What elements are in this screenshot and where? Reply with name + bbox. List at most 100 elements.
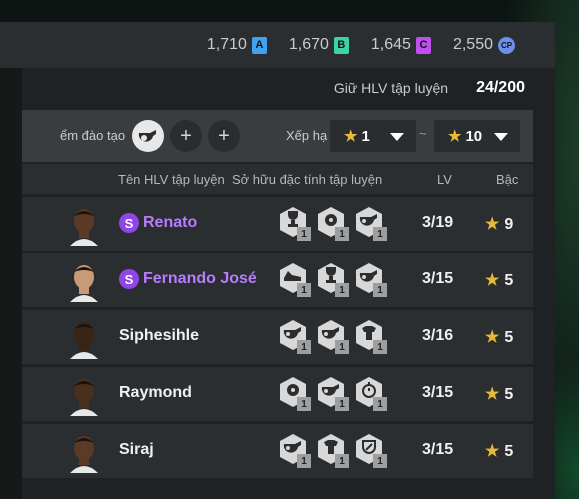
shoe-icon[interactable]: 1 [278, 262, 311, 297]
coach-name: Fernando José [143, 270, 257, 287]
star-icon: ★ [448, 128, 462, 145]
table-header: Tên HLV tập luyện Sở hữu đặc tính tập lu… [22, 164, 533, 194]
coach-grade: ★ 9 [485, 214, 513, 234]
trophy-icon[interactable]: 1 [278, 206, 311, 241]
filter-bar: ểm đào tạo + + Xếp hạ ★ 1 ~ ★ 10 [22, 110, 533, 162]
column-header-grade[interactable]: Bậc [496, 172, 518, 187]
trait-level: 1 [335, 454, 349, 468]
coach-limit-count: 24/200 [476, 79, 525, 96]
currency-c-value: 1,645 [370, 36, 411, 53]
rank-from-value: 1 [361, 127, 370, 145]
currency-b: 1,670 B [289, 36, 349, 54]
trait-level: 1 [297, 227, 311, 241]
currency-b-value: 1,670 [288, 36, 329, 53]
column-header-lv[interactable]: LV [437, 172, 452, 187]
chevron-down-icon [494, 133, 508, 141]
coach-limit-row: Giữ HLV tập luyện 24/200 [22, 68, 555, 108]
coach-level: 3/15 [422, 270, 454, 287]
star-icon: ★ [485, 329, 500, 346]
trait-level: 1 [373, 340, 387, 354]
currency-cp: 2,550 CP [453, 36, 515, 54]
currency-a-icon: A [251, 36, 267, 54]
column-header-traits[interactable]: Sở hữu đặc tính tập luyện [232, 172, 382, 187]
trait-level: 1 [373, 454, 387, 468]
grade-value: 5 [504, 329, 514, 346]
coach-row[interactable]: S Renato 1 1 1 3/19 ★ 9 [22, 197, 533, 251]
grade-value: 5 [504, 386, 514, 403]
training-points-label: ểm đào tạo [60, 128, 126, 143]
rank-to-select[interactable]: ★ 10 [434, 120, 520, 152]
trait-level: 1 [335, 283, 349, 297]
trait-level: 1 [335, 397, 349, 411]
currency-bar: 1,710 A 1,670 B 1,645 C 2,550 CP [0, 22, 555, 68]
rank-label: Xếp hạ [286, 128, 328, 143]
whistle-icon[interactable]: 1 [278, 433, 311, 468]
rank-to-value: 10 [465, 127, 483, 145]
shirt-icon[interactable]: 1 [354, 319, 387, 354]
rank-from-select[interactable]: ★ 1 [330, 120, 416, 152]
avatar [62, 429, 106, 473]
plus-icon: + [218, 124, 230, 147]
coach-name: Siraj [119, 441, 154, 458]
coach-name: Renato [143, 214, 198, 231]
coach-level: 3/15 [422, 384, 454, 401]
avatar [62, 372, 106, 416]
coach-row[interactable]: Raymond 1 1 1 3/15 ★ 5 [22, 367, 533, 421]
trait-level: 1 [297, 397, 311, 411]
coach-grade: ★ 5 [485, 441, 513, 461]
coach-level: 3/15 [422, 441, 454, 458]
training-slot-filled[interactable] [132, 120, 164, 152]
plus-icon: + [180, 124, 192, 147]
currency-b-icon: B [333, 36, 349, 54]
coach-grade: ★ 5 [485, 270, 513, 290]
coach-grade: ★ 5 [485, 384, 513, 404]
star-icon: ★ [485, 272, 500, 289]
whistle-icon[interactable]: 1 [316, 319, 349, 354]
star-icon: ★ [485, 443, 500, 460]
coach-name: Siphesihle [119, 327, 200, 344]
special-badge-icon: S [119, 269, 139, 289]
special-badge-icon: S [119, 213, 139, 233]
trait-level: 1 [335, 340, 349, 354]
trait-level: 1 [335, 227, 349, 241]
whistle-icon[interactable]: 1 [316, 376, 349, 411]
currency-a: 1,710 A [207, 36, 267, 54]
ball-icon[interactable]: 1 [278, 376, 311, 411]
star-icon: ★ [485, 216, 500, 233]
shield-icon[interactable]: 1 [354, 433, 387, 468]
avatar [62, 258, 106, 302]
trait-level: 1 [297, 283, 311, 297]
rank-separator: ~ [419, 126, 427, 141]
coach-row[interactable]: S Fernando José 1 1 1 3/15 ★ 5 [22, 253, 533, 307]
coach-row[interactable]: Siraj 1 1 1 3/15 ★ 5 [22, 424, 533, 478]
currency-c-icon: C [415, 36, 431, 54]
trait-level: 1 [297, 340, 311, 354]
whistle-icon [138, 130, 156, 142]
column-header-name[interactable]: Tên HLV tập luyện [118, 172, 225, 187]
add-slot-button-2[interactable]: + [208, 120, 240, 152]
currency-a-value: 1,710 [206, 36, 247, 53]
add-slot-button-1[interactable]: + [170, 120, 202, 152]
star-icon: ★ [344, 128, 358, 145]
grade-value: 5 [504, 443, 514, 460]
coach-level: 3/16 [422, 327, 454, 344]
currency-cp-icon: CP [498, 36, 515, 54]
coach-name: Raymond [119, 384, 192, 401]
star-icon: ★ [485, 386, 500, 403]
grade-value: 5 [504, 272, 514, 289]
coach-row[interactable]: Siphesihle 1 1 1 3/16 ★ 5 [22, 310, 533, 364]
currency-c: 1,645 C [371, 36, 431, 54]
trait-level: 1 [373, 397, 387, 411]
whistle-icon[interactable]: 1 [354, 206, 387, 241]
whistle-icon[interactable]: 1 [278, 319, 311, 354]
whistle-icon[interactable]: 1 [354, 262, 387, 297]
ball-icon[interactable]: 1 [316, 206, 349, 241]
trait-level: 1 [373, 283, 387, 297]
coach-grade: ★ 5 [485, 327, 513, 347]
avatar [62, 315, 106, 359]
trait-level: 1 [297, 454, 311, 468]
stopwatch-icon[interactable]: 1 [354, 376, 387, 411]
trophy-icon[interactable]: 1 [316, 262, 349, 297]
shirt-icon[interactable]: 1 [316, 433, 349, 468]
coach-level: 3/19 [422, 214, 454, 231]
